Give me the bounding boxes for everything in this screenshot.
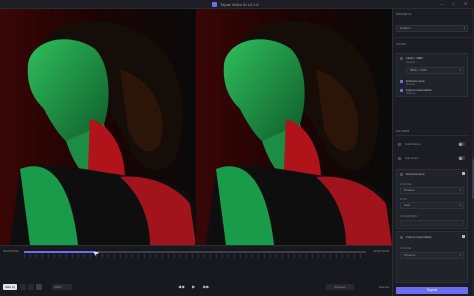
frames-label: Frames <box>378 285 389 289</box>
resolution-value: 1920 × 1080 <box>406 56 423 60</box>
timeline: 00:00:00:00 00:00:10:00 Side by side 100… <box>0 245 392 296</box>
ai-model-value: Proteus <box>404 188 415 192</box>
preview-button[interactable]: Preview <box>326 284 354 290</box>
timeline-ticks <box>24 254 366 258</box>
filters-heading: FILTERS <box>396 129 410 133</box>
frame-interp-filter-label: Frame Interpolation <box>406 235 433 239</box>
frame-interp-icon <box>400 236 403 239</box>
ai-model-label: AI MODEL <box>400 183 412 186</box>
preset-select[interactable]: Custom ▾ <box>396 25 468 32</box>
interp-model-value: Chronos <box>404 253 416 257</box>
parameters-label: PARAMETERS <box>400 215 418 218</box>
timeline-progress <box>24 251 96 253</box>
chevron-down-icon: ▾ <box>463 26 465 30</box>
current-time: 00:00:00:00 <box>3 249 19 253</box>
auto-label: AUTO <box>400 198 407 201</box>
chevron-down-icon: ▾ <box>459 68 461 72</box>
chevron-down-icon: ▾ <box>459 203 461 207</box>
output-size-value: 3840 × 2160 <box>410 68 427 72</box>
single-view-icon[interactable] <box>20 284 26 290</box>
window-controls: — □ ✕ <box>439 2 468 6</box>
frame-interp-check-icon[interactable] <box>400 89 403 92</box>
zoom-select[interactable]: 100% <box>52 284 72 290</box>
video-heading: VIDEO <box>396 42 407 46</box>
play-icon[interactable]: ▶ <box>192 285 195 289</box>
interp-model-label: AI MODEL <box>400 247 412 250</box>
presets-heading: PRESETS <box>396 12 412 16</box>
video-icon <box>400 57 403 60</box>
interp-model-select[interactable]: Chronos ▾ <box>400 252 464 259</box>
lock-icon <box>462 235 465 238</box>
portrait-original-image <box>0 9 196 245</box>
enhancement-filter-icon <box>400 173 403 176</box>
auto-value: Auto <box>404 203 411 207</box>
grain-icon <box>398 157 401 160</box>
transport-controls: ◀◀ ▶ ▶▶ <box>178 285 209 289</box>
split-view-icon[interactable] <box>28 284 34 290</box>
stabilization-label: Stabilization <box>405 142 422 146</box>
end-time: 00:00:10:00 <box>373 249 389 253</box>
original-preview[interactable] <box>0 9 196 245</box>
portrait-enhanced-image <box>196 9 392 245</box>
parameters-row[interactable] <box>400 220 464 226</box>
enhancement-check-icon[interactable] <box>400 80 403 83</box>
frame-interp-card: Frame Interpolation AI MODEL Chronos ▾ <box>396 231 468 283</box>
timeline-scrubber[interactable] <box>24 251 366 256</box>
resolution-source: Original <box>406 61 415 64</box>
playback-controls: Side by side 100% ◀◀ ▶ ▶▶ Preview Frames <box>0 282 392 296</box>
close-button[interactable]: ✕ <box>463 2 468 6</box>
stabilization-toggle[interactable] <box>458 142 465 146</box>
enhancement-model: Proteus <box>406 83 415 86</box>
section-divider <box>396 135 470 136</box>
stabilization-icon <box>398 143 401 146</box>
side-by-side-icon[interactable] <box>36 284 42 290</box>
title-bar: Topaz Video AI v3.1.8 — □ ✕ <box>0 0 474 9</box>
enhancement-filter-label: Enhancement <box>406 172 425 176</box>
app-logo-icon <box>212 2 217 7</box>
ai-model-select[interactable]: Proteus ▾ <box>400 187 464 194</box>
next-frame-icon[interactable]: ▶▶ <box>203 285 209 289</box>
view-mode-button[interactable]: Side by side <box>3 284 17 295</box>
chevron-down-icon: ▾ <box>459 188 461 192</box>
minimize-button[interactable]: — <box>439 2 444 6</box>
grain-label: Add Grain <box>405 156 419 160</box>
enhanced-preview[interactable] <box>196 9 392 245</box>
previous-frame-icon[interactable]: ◀◀ <box>178 285 184 289</box>
section-divider <box>396 37 470 38</box>
chevron-down-icon: ▾ <box>459 253 461 257</box>
output-settings-card: 1920 × 1080 Original 3840 × 2160 ▾ Enhan… <box>396 53 468 97</box>
output-size-select[interactable]: 3840 × 2160 ▾ <box>406 67 464 74</box>
frame-interp-model: Chronos <box>406 92 416 95</box>
lock-icon <box>462 172 465 175</box>
maximize-button[interactable]: □ <box>451 2 456 6</box>
preview-viewer[interactable] <box>0 9 392 245</box>
grain-toggle[interactable] <box>458 156 465 160</box>
settings-panel: PRESETS Custom ▾ VIDEO 1920 × 1080 Origi… <box>392 9 474 296</box>
enhancement-filter-card: Enhancement AI MODEL Proteus ▾ AUTO Auto… <box>396 169 468 229</box>
preset-value: Custom <box>400 26 411 30</box>
export-button[interactable]: Export <box>396 287 468 294</box>
auto-select[interactable]: Auto ▾ <box>400 202 464 209</box>
app-title: Topaz Video AI v3.1.8 <box>220 1 259 7</box>
